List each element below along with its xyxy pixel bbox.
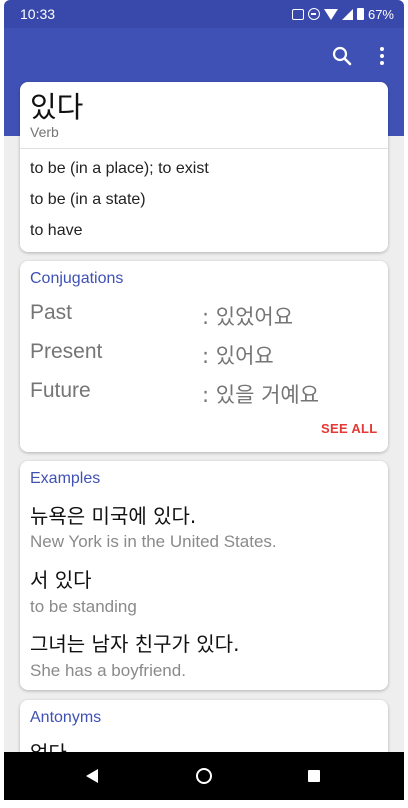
conjugation-value: : 있어요 <box>202 344 274 368</box>
navigation-bar <box>4 752 404 800</box>
conjugation-label: Future <box>30 379 91 402</box>
wifi-icon <box>323 8 338 20</box>
example-korean: 서 있다 <box>30 568 92 592</box>
antonyms-title: Antonyms <box>30 709 102 726</box>
battery-icon <box>356 8 364 20</box>
cellular-signal-icon <box>341 8 353 20</box>
definition-item: to have <box>30 222 83 239</box>
example-english: to be standing <box>30 597 137 616</box>
recents-icon[interactable] <box>308 770 320 782</box>
conjugation-label: Present <box>30 340 103 363</box>
scroll-content[interactable]: 있다 Verb to be (in a place); to exist to … <box>4 28 404 752</box>
conjugations-card: Conjugations Past : 있었어요 Present : 있어요 F… <box>20 261 388 452</box>
headword: 있다 <box>30 90 84 124</box>
antonyms-card: Antonyms 없다 <box>20 700 388 752</box>
app-screen: 10:33 67% 있다 Verb to be (in a place); to… <box>4 0 404 808</box>
conjugation-value: : 있을 거예요 <box>202 383 320 407</box>
status-icons: 67% <box>291 6 394 22</box>
examples-title: Examples <box>30 470 101 487</box>
do-not-disturb-icon <box>307 8 320 20</box>
example-korean: 뉴욕은 미국에 있다. <box>30 504 197 528</box>
definition-item: to be (in a state) <box>30 191 146 208</box>
vibrate-icon <box>291 8 304 20</box>
word-card: 있다 Verb to be (in a place); to exist to … <box>20 82 388 252</box>
battery-percent: 67% <box>367 6 394 22</box>
example-korean: 그녀는 남자 친구가 있다. <box>30 632 240 656</box>
antonym-item[interactable]: 없다 <box>30 737 67 752</box>
back-icon[interactable] <box>86 769 98 783</box>
divider <box>20 148 388 149</box>
status-bar: 10:33 67% <box>4 0 404 28</box>
conjugations-title: Conjugations <box>30 270 124 287</box>
example-english: She has a boyfriend. <box>30 661 186 680</box>
bottom-bezel <box>4 800 404 808</box>
example-english: New York is in the United States. <box>30 532 277 551</box>
home-icon[interactable] <box>196 768 212 784</box>
part-of-speech: Verb <box>30 124 59 140</box>
definition-item: to be (in a place); to exist <box>30 160 209 177</box>
see-all-button[interactable]: SEE ALL <box>321 421 378 436</box>
conjugation-label: Past <box>30 301 73 324</box>
status-time: 10:33 <box>20 6 56 22</box>
examples-card: Examples 뉴욕은 미국에 있다. New York is in the … <box>20 461 388 690</box>
conjugation-value: : 있었어요 <box>202 305 294 329</box>
